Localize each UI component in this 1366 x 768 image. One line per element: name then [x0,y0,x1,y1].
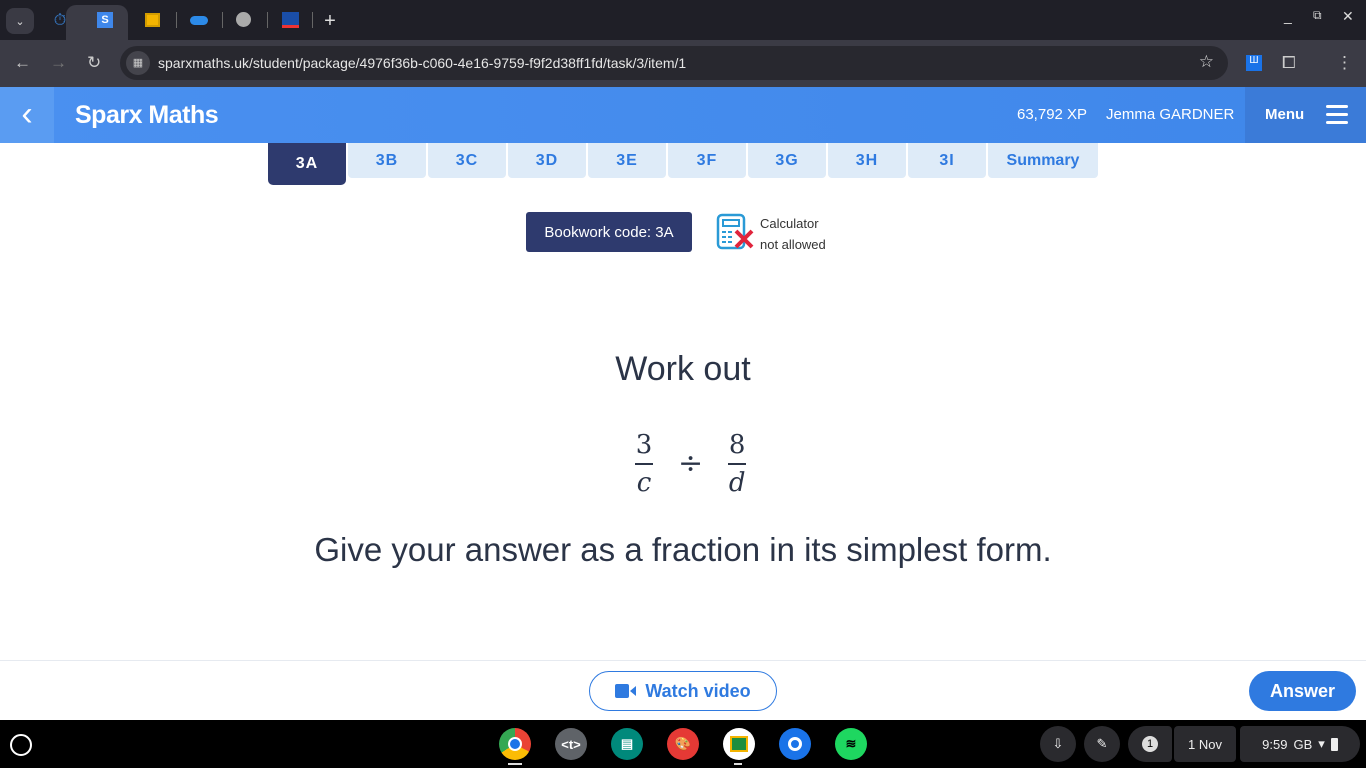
numerator: 3 [635,430,653,460]
hamburger-icon [1326,105,1348,108]
paint-icon[interactable]: 🎨 [667,728,699,760]
question-expression: 3c ÷ 8d [630,430,751,498]
restore-icon[interactable]: ⧉ [1313,8,1322,23]
notification-count: 1 [1142,736,1158,752]
forward-icon[interactable]: → [50,53,67,73]
denominator: d [728,467,746,498]
denominator: c [636,467,652,498]
back-button[interactable]: ‹ [0,87,54,143]
more-menu-icon[interactable]: ⋮ [1336,53,1353,73]
fraction-left: 3c [630,430,658,498]
back-icon[interactable]: ← [14,53,31,73]
answer-button[interactable]: Answer [1249,671,1356,711]
tab-3h[interactable]: 3H [828,143,906,178]
flag-icon[interactable] [282,12,299,28]
wifi-icon: ▾ [1318,736,1325,751]
app-header: ‹ Sparx Maths 63,792 XP Jemma GARDNER Me… [0,87,1366,143]
site-info-icon[interactable]: ▦ [126,51,150,75]
tab-3i[interactable]: 3I [908,143,986,178]
divide-operator: ÷ [678,446,704,482]
bookwork-code: Bookwork code: 3A [526,212,692,252]
calculator-label: Calculator [760,216,819,231]
camera-icon[interactable] [779,728,811,760]
tab-search-button[interactable]: ⌄ [6,8,34,34]
new-tab-button[interactable]: + [322,8,338,34]
omnibox[interactable]: ▦ sparxmaths.uk/student/package/4976f36b… [120,46,1228,80]
classroom-icon[interactable] [145,13,160,27]
launcher-icon[interactable] [10,734,32,756]
tab-3e[interactable]: 3E [588,143,666,178]
calculator-status: Calculator not allowed [760,213,826,255]
video-camera-icon [615,684,637,698]
onedrive-icon[interactable] [190,16,208,25]
footer-divider [0,660,1366,661]
calculator-not-allowed-icon [716,213,754,250]
numerator: 8 [728,430,746,460]
sparx-s-icon[interactable]: S [97,12,113,28]
close-icon[interactable]: ✕ [1342,8,1354,25]
notification-badge[interactable]: 1 [1128,726,1172,762]
battery-icon [1330,737,1338,751]
user-name: Jemma GARDNER [1106,106,1235,123]
stylus-icon[interactable]: ✎ [1084,726,1120,762]
calculator-not-allowed-label: not allowed [760,237,826,252]
text-editor-icon[interactable]: <t> [555,728,587,760]
clock: 9:59 [1262,736,1288,752]
app-icon[interactable]: ▤ [611,728,643,760]
classroom-icon[interactable] [723,728,755,760]
date-display[interactable]: 1 Nov [1174,726,1236,762]
task-tabs: 3A 3B 3C 3D 3E 3F 3G 3H 3I Summary [268,143,1098,185]
tote-icon[interactable]: ⇩ [1040,726,1076,762]
keyboard-region: GB [1293,736,1313,752]
minimize-icon[interactable]: _ [1284,8,1292,24]
tab-3d[interactable]: 3D [508,143,586,178]
fraction-right: 8d [723,430,751,498]
tab-summary[interactable]: Summary [988,143,1098,178]
browser-tab-strip: ⌄ ⏱ S + _ ⧉ ✕ [0,0,1366,41]
reload-icon[interactable]: ↻ [87,53,101,73]
question-prompt: Work out [615,350,751,388]
address-bar-row: ← → ↻ ▦ sparxmaths.uk/student/package/49… [0,40,1366,87]
brand-logo: Sparx Maths [75,101,219,129]
puzzle-extensions-icon[interactable]: ⧠ [1282,53,1296,73]
watch-video-button[interactable]: Watch video [589,671,777,711]
menu-button[interactable]: Menu [1245,87,1366,143]
status-area[interactable]: 9:59 GB ▾ [1240,726,1360,762]
question-instruction: Give your answer as a fraction in its si… [314,531,1052,568]
tab-3a[interactable]: 3A [268,143,346,185]
url-text[interactable]: sparxmaths.uk/student/package/4976f36b-c… [158,55,686,71]
xp-count: 63,792 XP [1017,106,1088,123]
os-shelf: <t> ▤ 🎨 ≋ ⇩ ✎ 1 1 Nov 9:59 GB ▾ [0,720,1366,768]
bookmark-star-icon[interactable]: ☆ [1199,52,1214,72]
tab-3c[interactable]: 3C [428,143,506,178]
spotify-icon[interactable]: ≋ [835,728,867,760]
extension-icon[interactable]: Ш [1246,55,1262,71]
tab-3b[interactable]: 3B [348,143,426,178]
menu-label: Menu [1265,106,1305,123]
tab-3g[interactable]: 3G [748,143,826,178]
globe-icon[interactable] [236,12,251,27]
watch-video-label: Watch video [645,680,751,701]
chrome-icon[interactable] [499,728,531,760]
tab-3f[interactable]: 3F [668,143,746,178]
